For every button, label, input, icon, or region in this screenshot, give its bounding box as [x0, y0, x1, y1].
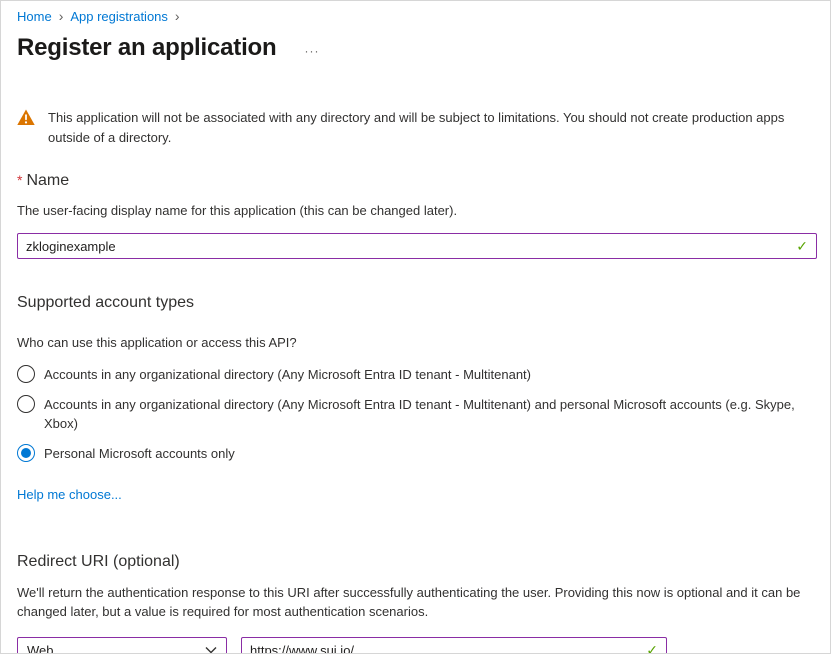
- register-application-page: Home › App registrations › Register an a…: [0, 0, 831, 654]
- redirect-uri-heading: Redirect URI (optional): [17, 553, 815, 571]
- ellipsis-more-icon[interactable]: ···: [304, 38, 319, 58]
- radio-button-icon[interactable]: [17, 365, 35, 383]
- account-types-question: Who can use this application or access t…: [17, 335, 815, 350]
- redirect-uri-value: https://www.sui.io/: [250, 643, 646, 654]
- chevron-right-icon: ›: [59, 10, 64, 23]
- redirect-uri-input[interactable]: https://www.sui.io/ ✓: [241, 637, 667, 654]
- page-title: Register an application: [17, 34, 276, 62]
- valid-check-icon: ✓: [646, 642, 658, 654]
- required-asterisk: *: [17, 172, 22, 188]
- valid-check-icon: ✓: [796, 238, 808, 255]
- warning-banner: This application will not be associated …: [17, 108, 815, 148]
- chevron-down-icon: [205, 646, 217, 654]
- radio-option-personal-only[interactable]: Personal Microsoft accounts only: [17, 444, 815, 463]
- radio-option-label: Personal Microsoft accounts only: [44, 444, 815, 463]
- name-label-text: Name: [26, 172, 69, 189]
- platform-select-value: Web: [27, 643, 54, 654]
- radio-button-icon[interactable]: [17, 395, 35, 413]
- radio-option-multitenant-personal[interactable]: Accounts in any organizational directory…: [17, 395, 815, 433]
- name-input[interactable]: zkloginexample ✓: [17, 233, 817, 259]
- chevron-right-icon: ›: [175, 10, 180, 23]
- radio-option-multitenant[interactable]: Accounts in any organizational directory…: [17, 365, 815, 384]
- name-input-value: zkloginexample: [26, 239, 796, 254]
- title-row: Register an application ···: [17, 34, 815, 62]
- help-me-choose-link[interactable]: Help me choose...: [17, 487, 122, 502]
- radio-option-label: Accounts in any organizational directory…: [44, 365, 815, 384]
- name-field-label: *Name: [17, 172, 815, 190]
- radio-option-label: Accounts in any organizational directory…: [44, 395, 815, 433]
- redirect-uri-row: Web https://www.sui.io/ ✓: [17, 637, 815, 654]
- supported-account-types-heading: Supported account types: [17, 294, 815, 312]
- breadcrumb-home-link[interactable]: Home: [17, 9, 52, 24]
- platform-select[interactable]: Web: [17, 637, 227, 654]
- breadcrumb-app-registrations-link[interactable]: App registrations: [70, 9, 168, 24]
- warning-text: This application will not be associated …: [48, 108, 815, 148]
- warning-triangle-icon: [17, 109, 35, 126]
- redirect-uri-description: We'll return the authentication response…: [17, 583, 818, 621]
- radio-button-selected-icon[interactable]: [17, 444, 35, 462]
- name-field-description: The user-facing display name for this ap…: [17, 203, 815, 218]
- breadcrumb: Home › App registrations ›: [17, 9, 815, 24]
